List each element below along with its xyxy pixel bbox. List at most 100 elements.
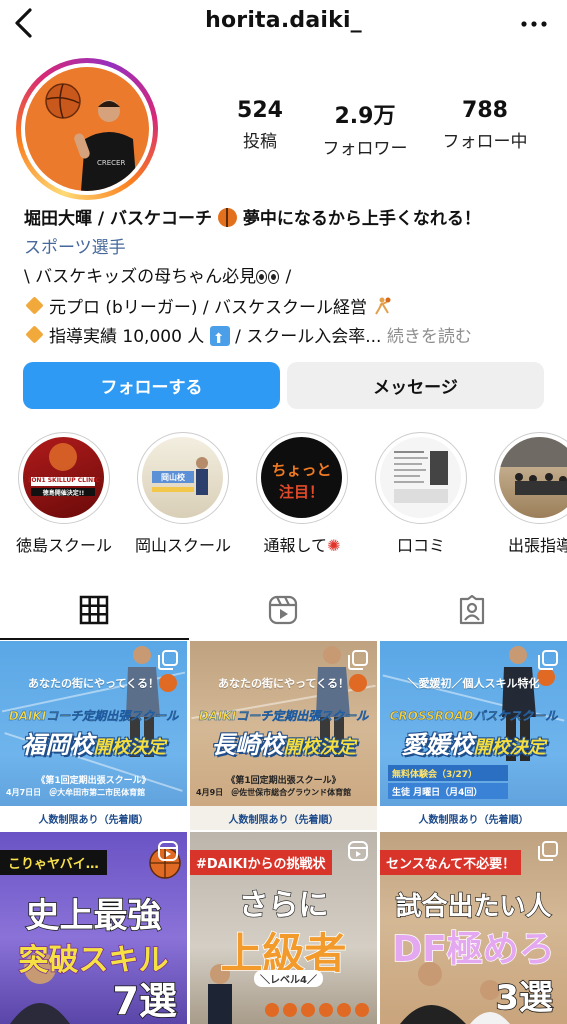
bio-line-1: \ バスケキッズの母ちゃん必見 / xyxy=(24,263,554,294)
story-highlights: 1ON1 SKILLUP CLINIC 徳島開催決定!! 徳島スクール 岡山校 … xyxy=(0,432,567,562)
post-label: #DAIKIからの挑戦状 xyxy=(190,850,332,875)
post-event-name: 《第1回定期出張スクール》 xyxy=(36,776,151,786)
bio-line-3-text: 指導実績 10,000 人 xyxy=(49,327,205,347)
basketball-icon xyxy=(217,208,237,227)
multiple-photos-icon xyxy=(158,650,178,670)
read-more-link[interactable]: 続きを読む xyxy=(381,327,472,347)
bio-line-2: 元プロ (bリーガー) / バスケスクール経営 xyxy=(24,294,554,323)
post-title: 長崎校開校決定 xyxy=(190,725,377,760)
multiple-photos-icon xyxy=(538,841,558,861)
more-options-icon[interactable] xyxy=(519,14,549,34)
post-title-city: 愛媛校 xyxy=(401,731,474,759)
post-title-line1: 試合出たい人 xyxy=(395,891,552,922)
post-advanced-challenge[interactable]: #DAIKIからの挑戦状 さらに 上級者 ＼レベル4／ xyxy=(190,832,377,1024)
post-breakthrough-skill[interactable]: こりゃヤバイ… 史上最強 突破スキル 7選 xyxy=(0,832,187,1024)
reel-icon xyxy=(158,841,178,861)
post-level-badge: ＼レベル4／ xyxy=(254,970,323,987)
post-tagline: あなたの街にやってくる！ xyxy=(28,677,159,690)
grid-icon xyxy=(79,595,109,625)
post-title-opening: 開校決定 xyxy=(93,737,166,758)
highlight-tokushima-title: 1ON1 SKILLUP CLINIC xyxy=(27,477,100,484)
highlight-reviews[interactable]: 口コミ xyxy=(371,432,471,556)
profile-tabs xyxy=(0,582,567,640)
post-tagline: ＼愛媛初／個人スキル特化 xyxy=(407,677,540,690)
post-defense-tips[interactable]: センスなんて不必要！ 試合出たい人 DF極めろ 3選 xyxy=(380,832,567,1024)
orange-diamond-icon xyxy=(25,325,44,344)
post-title-line1: さらに xyxy=(238,887,329,923)
stat-following[interactable]: 788 フォロー中 xyxy=(425,98,545,152)
highlight-visits[interactable]: 出張指導 xyxy=(490,432,567,556)
eyes-icon xyxy=(256,265,280,294)
highlight-tokushima[interactable]: 1ON1 SKILLUP CLINIC 徳島開催決定!! 徳島スクール xyxy=(14,432,114,556)
post-fukuoka[interactable]: あなたの街にやってくる！ DAIKIコーチ定期出張スクール 福岡校開校決定 《第… xyxy=(0,641,187,830)
highlight-label: 口コミ xyxy=(396,536,445,555)
post-event-name: 《第1回定期出張スクール》 xyxy=(226,776,341,786)
story-ring[interactable]: CRECER xyxy=(16,58,158,200)
post-ehime[interactable]: ＼愛媛初／個人スキル特化 CROSSROADバスケスクール 愛媛校開校決定 無料… xyxy=(380,641,567,830)
tab-tagged[interactable] xyxy=(378,582,567,640)
post-title-line3: 3選 xyxy=(495,977,554,1019)
stat-following-label: フォロー中 xyxy=(442,132,528,152)
stat-followers[interactable]: 2.9万 フォロワー xyxy=(305,98,425,159)
highlight-report-text2: 注目！ xyxy=(278,483,324,501)
profile-category[interactable]: スポーツ選手 xyxy=(24,234,554,263)
post-title: 福岡校開校決定 xyxy=(0,725,187,760)
up-arrow-icon xyxy=(209,325,230,354)
orange-diamond-icon xyxy=(25,296,44,315)
post-limit-banner: 人数制限あり（先着順） xyxy=(0,806,187,830)
profile-bio: 堀田大暉 / バスケコーチ 夢中になるから上手くなれる！ スポーツ選手 \ バス… xyxy=(24,205,554,354)
bio-line-3-end: / スクール入会率... xyxy=(229,327,382,347)
post-nagasaki[interactable]: あなたの街にやってくる！ DAIKIコーチ定期出張スクール 長崎校開校決定 《第… xyxy=(190,641,377,830)
tab-posts-grid[interactable] xyxy=(0,582,189,640)
post-trial-schedule: 生徒 月曜日（月4回） xyxy=(388,783,508,799)
post-title-line2: DF極めろ xyxy=(392,928,556,971)
posts-grid: あなたの街にやってくる！ DAIKIコーチ定期出張スクール 福岡校開校決定 《第… xyxy=(0,641,567,1024)
highlight-report[interactable]: ちょっと 注目！ 通報して✺ xyxy=(252,432,352,556)
stat-posts-count: 524 xyxy=(237,98,283,123)
follow-button[interactable]: フォローする xyxy=(23,362,280,409)
basketball-player-icon xyxy=(375,297,391,315)
bio-line-1-text: \ バスケキッズの母ちゃん必見 xyxy=(24,267,257,287)
post-subtitle: CROSSROADバスケスクール xyxy=(389,709,558,723)
bio-line-1-end: / xyxy=(280,267,292,287)
highlight-label: 出張指導 xyxy=(507,536,567,555)
highlight-tokushima-subtitle: 徳島開催決定!! xyxy=(42,490,85,497)
stat-followers-label: フォロワー xyxy=(322,139,408,159)
post-label: センスなんて不必要！ xyxy=(380,850,522,875)
profile-stats: 524 投稿 2.9万 フォロワー 788 フォロー中 xyxy=(200,98,560,159)
stat-posts-label: 投稿 xyxy=(243,132,277,152)
highlight-report-label: 通報して xyxy=(263,536,328,555)
display-name-text: 堀田大暉 / バスケコーチ xyxy=(24,209,213,229)
post-label: こりゃヤバイ… xyxy=(0,850,107,875)
post-tagline: あなたの街にやってくる！ xyxy=(218,677,349,690)
post-title: 愛媛校開校決定 xyxy=(380,725,567,760)
anger-icon: ✺ xyxy=(327,536,341,555)
post-title-opening: 開校決定 xyxy=(473,737,546,758)
message-button[interactable]: メッセージ xyxy=(287,362,544,409)
stat-posts[interactable]: 524 投稿 xyxy=(200,98,320,152)
avatar[interactable]: CRECER xyxy=(25,67,149,191)
bio-line-3: 指導実績 10,000 人 / スクール入会率... 続きを読む xyxy=(24,323,554,354)
top-bar: horita.daiki_ xyxy=(0,0,567,48)
reels-icon xyxy=(268,595,298,625)
post-event-detail: 4月9日 ＠佐世保市総合グラウンド体育館 xyxy=(196,788,352,797)
tab-reels[interactable] xyxy=(189,582,378,640)
tagged-person-icon xyxy=(459,595,485,625)
bio-line-2-text: 元プロ (bリーガー) / バスケスクール経営 xyxy=(49,298,367,318)
post-limit-banner: 人数制限あり（先着順） xyxy=(380,806,567,830)
post-title-city: 福岡校 xyxy=(21,731,94,759)
post-subtitle: DAIKIコーチ定期出張スクール xyxy=(198,709,369,723)
highlight-okayama[interactable]: 岡山校 岡山スクール xyxy=(133,432,233,556)
post-title-line1: 史上最強 xyxy=(25,895,163,937)
reel-icon xyxy=(348,841,368,861)
display-name-slogan: 夢中になるから上手くなれる！ xyxy=(242,209,481,229)
post-event-detail: 4月7日日 ＠大牟田市第二市民体育館 xyxy=(6,788,146,797)
post-limit-banner: 人数制限あり（先着順） xyxy=(190,806,377,830)
stat-following-count: 788 xyxy=(462,98,508,123)
highlight-report-text1: ちょっと xyxy=(271,461,332,479)
highlight-label: 通報して✺ xyxy=(252,532,352,556)
multiple-photos-icon xyxy=(538,650,558,670)
multiple-photos-icon xyxy=(348,650,368,670)
highlight-label: 徳島スクール xyxy=(15,536,112,555)
profile-display-name: 堀田大暉 / バスケコーチ 夢中になるから上手くなれる！ xyxy=(24,205,554,234)
